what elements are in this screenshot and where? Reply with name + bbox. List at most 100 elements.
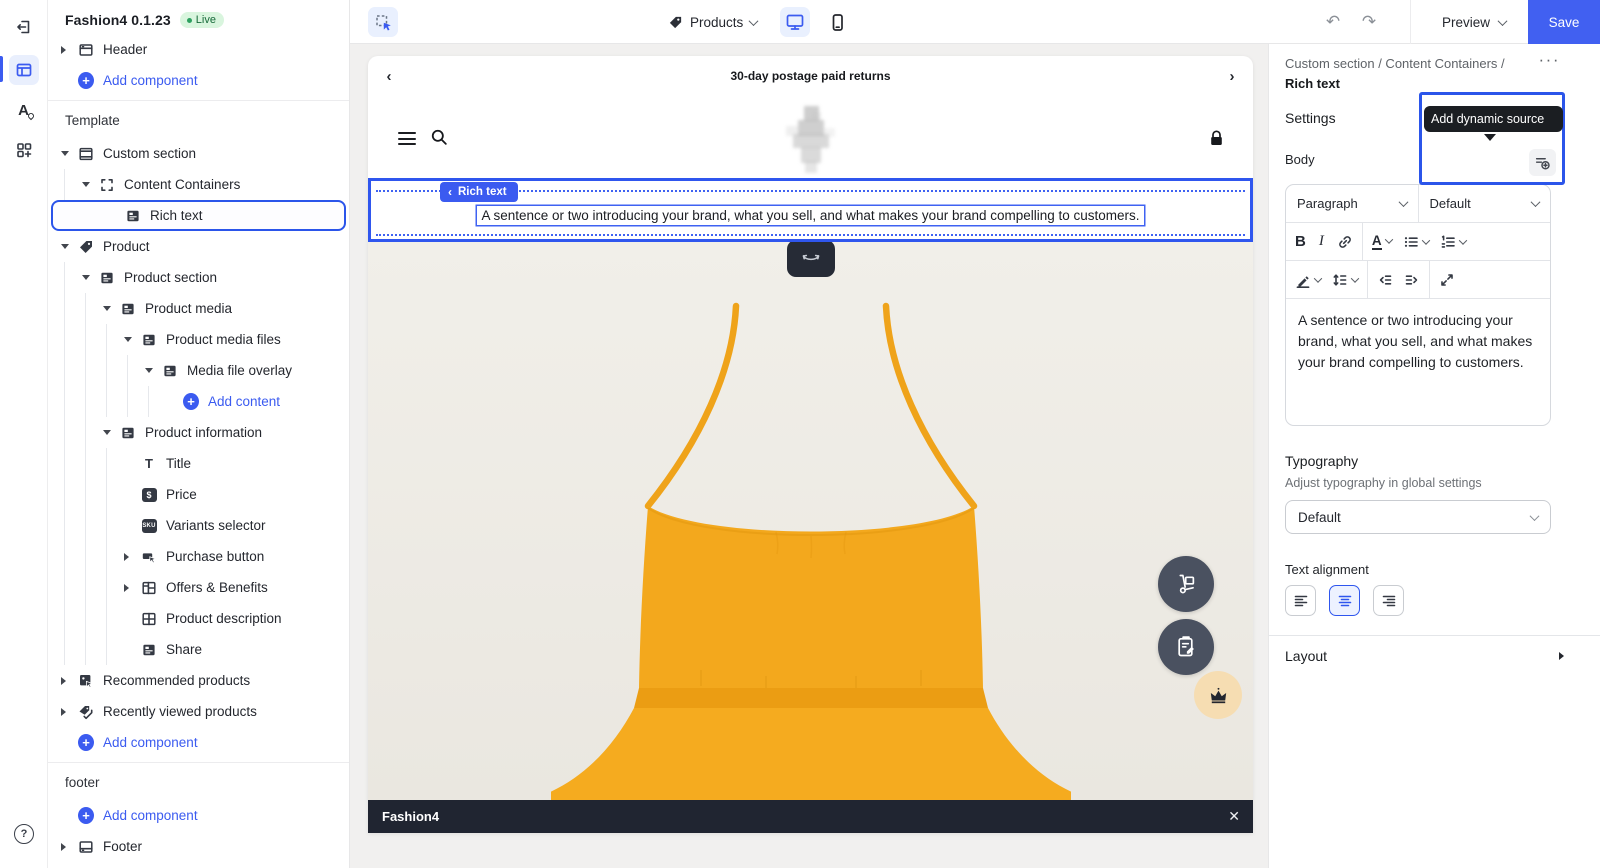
- page-selector-dropdown[interactable]: Products: [668, 0, 757, 44]
- typography-panel-icon[interactable]: A: [9, 95, 39, 125]
- paragraph-format-dropdown[interactable]: Paragraph: [1286, 185, 1418, 222]
- card-icon: [162, 363, 178, 379]
- redo-button[interactable]: ↷: [1352, 0, 1386, 44]
- bullet-list-button[interactable]: [1403, 234, 1429, 250]
- editor-toolbar-row-1: BI A: [1286, 223, 1550, 261]
- sidebar-item-price[interactable]: $Price: [48, 479, 349, 510]
- exit-editor-icon[interactable]: [9, 12, 39, 42]
- numbered-list-button[interactable]: [1440, 234, 1466, 250]
- sidebar-item-rich-text[interactable]: Rich text: [51, 200, 346, 231]
- tree-caret[interactable]: [58, 244, 78, 249]
- rich-text-editor: Paragraph Default BI A A sentence or two …: [1285, 184, 1551, 426]
- tree-guide-line: [106, 479, 107, 510]
- align-right-button[interactable]: [1373, 585, 1404, 616]
- highlight-button[interactable]: [1295, 272, 1321, 288]
- sidebar-item-product-section[interactable]: Product section: [48, 262, 349, 293]
- tree-caret[interactable]: [121, 584, 141, 592]
- sidebar-item-variants-selector[interactable]: SKUVariants selector: [48, 510, 349, 541]
- tree-guide-line: [64, 355, 65, 386]
- add-dynamic-source-button[interactable]: [1529, 149, 1556, 176]
- add-button-add-component[interactable]: +Add component: [48, 65, 349, 96]
- sidebar-item-title[interactable]: TTitle: [48, 448, 349, 479]
- typography-dropdown[interactable]: Default: [1285, 500, 1551, 534]
- preview-canvas: ‹ 30-day postage paid returns › ‹Rich te…: [350, 44, 1268, 868]
- sidebar-item-footer[interactable]: Footer: [48, 831, 349, 862]
- sidebar-item-offers-benefits[interactable]: Offers & Benefits: [48, 572, 349, 603]
- hand-truck-floating-button[interactable]: [1158, 556, 1214, 612]
- preview-dropdown[interactable]: Preview: [1428, 0, 1520, 44]
- bold-button[interactable]: B: [1295, 233, 1306, 250]
- desktop-view-button[interactable]: [780, 7, 810, 37]
- rich-text-block-tag[interactable]: ‹Rich text: [440, 182, 518, 202]
- sidebar-item-purchase-button[interactable]: Purchase button: [48, 541, 349, 572]
- align-center-button[interactable]: [1329, 585, 1360, 616]
- add-button-add-content[interactable]: +Add content: [48, 386, 349, 417]
- undo-button[interactable]: ↶: [1316, 0, 1350, 44]
- tree-caret[interactable]: [58, 843, 78, 851]
- sidebar-item-product-media[interactable]: Product media: [48, 293, 349, 324]
- lock-icon[interactable]: [1208, 129, 1225, 152]
- outdent-button[interactable]: [1377, 272, 1393, 288]
- apps-panel-icon[interactable]: [9, 135, 39, 165]
- save-button[interactable]: Save: [1528, 0, 1600, 44]
- more-options-icon[interactable]: ···: [1539, 50, 1560, 70]
- tree-caret[interactable]: [142, 368, 162, 373]
- tree-caret[interactable]: [100, 306, 120, 311]
- tree-caret[interactable]: [121, 553, 141, 561]
- text-color-button[interactable]: A: [1372, 233, 1392, 251]
- tree-caret[interactable]: [58, 708, 78, 716]
- rich-text-preview-line[interactable]: A sentence or two introducing your brand…: [371, 208, 1250, 223]
- text-style-dropdown[interactable]: Default: [1418, 185, 1551, 222]
- select-tool-button[interactable]: [368, 7, 398, 37]
- menu-icon[interactable]: [398, 132, 416, 149]
- indent-button[interactable]: [1404, 272, 1420, 288]
- expand-button[interactable]: [1439, 272, 1455, 288]
- card-icon: [141, 642, 157, 658]
- insert-section-handle[interactable]: [787, 242, 835, 277]
- line-height-button[interactable]: [1332, 272, 1358, 288]
- rich-text-section-selected[interactable]: ‹Rich text A sentence or two introducing…: [368, 178, 1253, 242]
- crown-floating-button[interactable]: [1194, 671, 1242, 719]
- tree-guide-line: [64, 169, 65, 200]
- tree-caret[interactable]: [121, 337, 141, 342]
- sidebar-item-share[interactable]: Share: [48, 634, 349, 665]
- tree-guide-line: [64, 510, 65, 541]
- close-icon[interactable]: ✕: [1228, 808, 1240, 825]
- sidebar-item-product-description[interactable]: Product description: [48, 603, 349, 634]
- sidebar-item-recommended-products[interactable]: Recommended products: [48, 665, 349, 696]
- tree-caret[interactable]: [79, 182, 99, 187]
- tooltip-caret: [1484, 134, 1496, 141]
- sidebar-item-content-containers[interactable]: Content Containers: [48, 169, 349, 200]
- layout-section-toggle[interactable]: Layout: [1285, 648, 1564, 664]
- card-icon: [99, 270, 115, 286]
- italic-button[interactable]: I: [1317, 233, 1326, 250]
- tree-caret[interactable]: [100, 430, 120, 435]
- store-logo-blurred[interactable]: [768, 98, 854, 183]
- tree-item-label: Product description: [166, 611, 282, 626]
- sections-panel-icon[interactable]: [9, 55, 39, 85]
- tree-guide-line: [106, 541, 107, 572]
- add-button-add-component[interactable]: +Add component: [48, 800, 349, 831]
- announcement-prev-icon[interactable]: ‹: [374, 56, 404, 96]
- sidebar-item-custom-section[interactable]: Custom section: [48, 138, 349, 169]
- mobile-view-button[interactable]: [822, 7, 852, 37]
- tree-caret[interactable]: [58, 677, 78, 685]
- help-icon[interactable]: ?: [14, 824, 34, 844]
- tree-caret[interactable]: [58, 151, 78, 156]
- search-icon[interactable]: [430, 128, 449, 152]
- tree-caret[interactable]: [79, 275, 99, 280]
- tree-item-label: Custom section: [103, 146, 196, 161]
- body-text-input[interactable]: A sentence or two introducing your brand…: [1286, 299, 1550, 425]
- link-button[interactable]: [1337, 234, 1353, 250]
- sidebar-item-media-file-overlay[interactable]: Media file overlay: [48, 355, 349, 386]
- add-button-add-component[interactable]: +Add component: [48, 727, 349, 758]
- align-left-button[interactable]: [1285, 585, 1316, 616]
- sidebar-item-recently-viewed-products[interactable]: Recently viewed products: [48, 696, 349, 727]
- sidebar-item-product[interactable]: Product: [48, 231, 349, 262]
- clipboard-edit-floating-button[interactable]: [1158, 619, 1214, 675]
- sidebar-item-product-media-files[interactable]: Product media files: [48, 324, 349, 355]
- tree-caret[interactable]: [58, 46, 78, 54]
- sidebar-item-product-information[interactable]: Product information: [48, 417, 349, 448]
- announcement-next-icon[interactable]: ›: [1217, 56, 1247, 96]
- editor-dropdown-row: Paragraph Default: [1286, 185, 1550, 223]
